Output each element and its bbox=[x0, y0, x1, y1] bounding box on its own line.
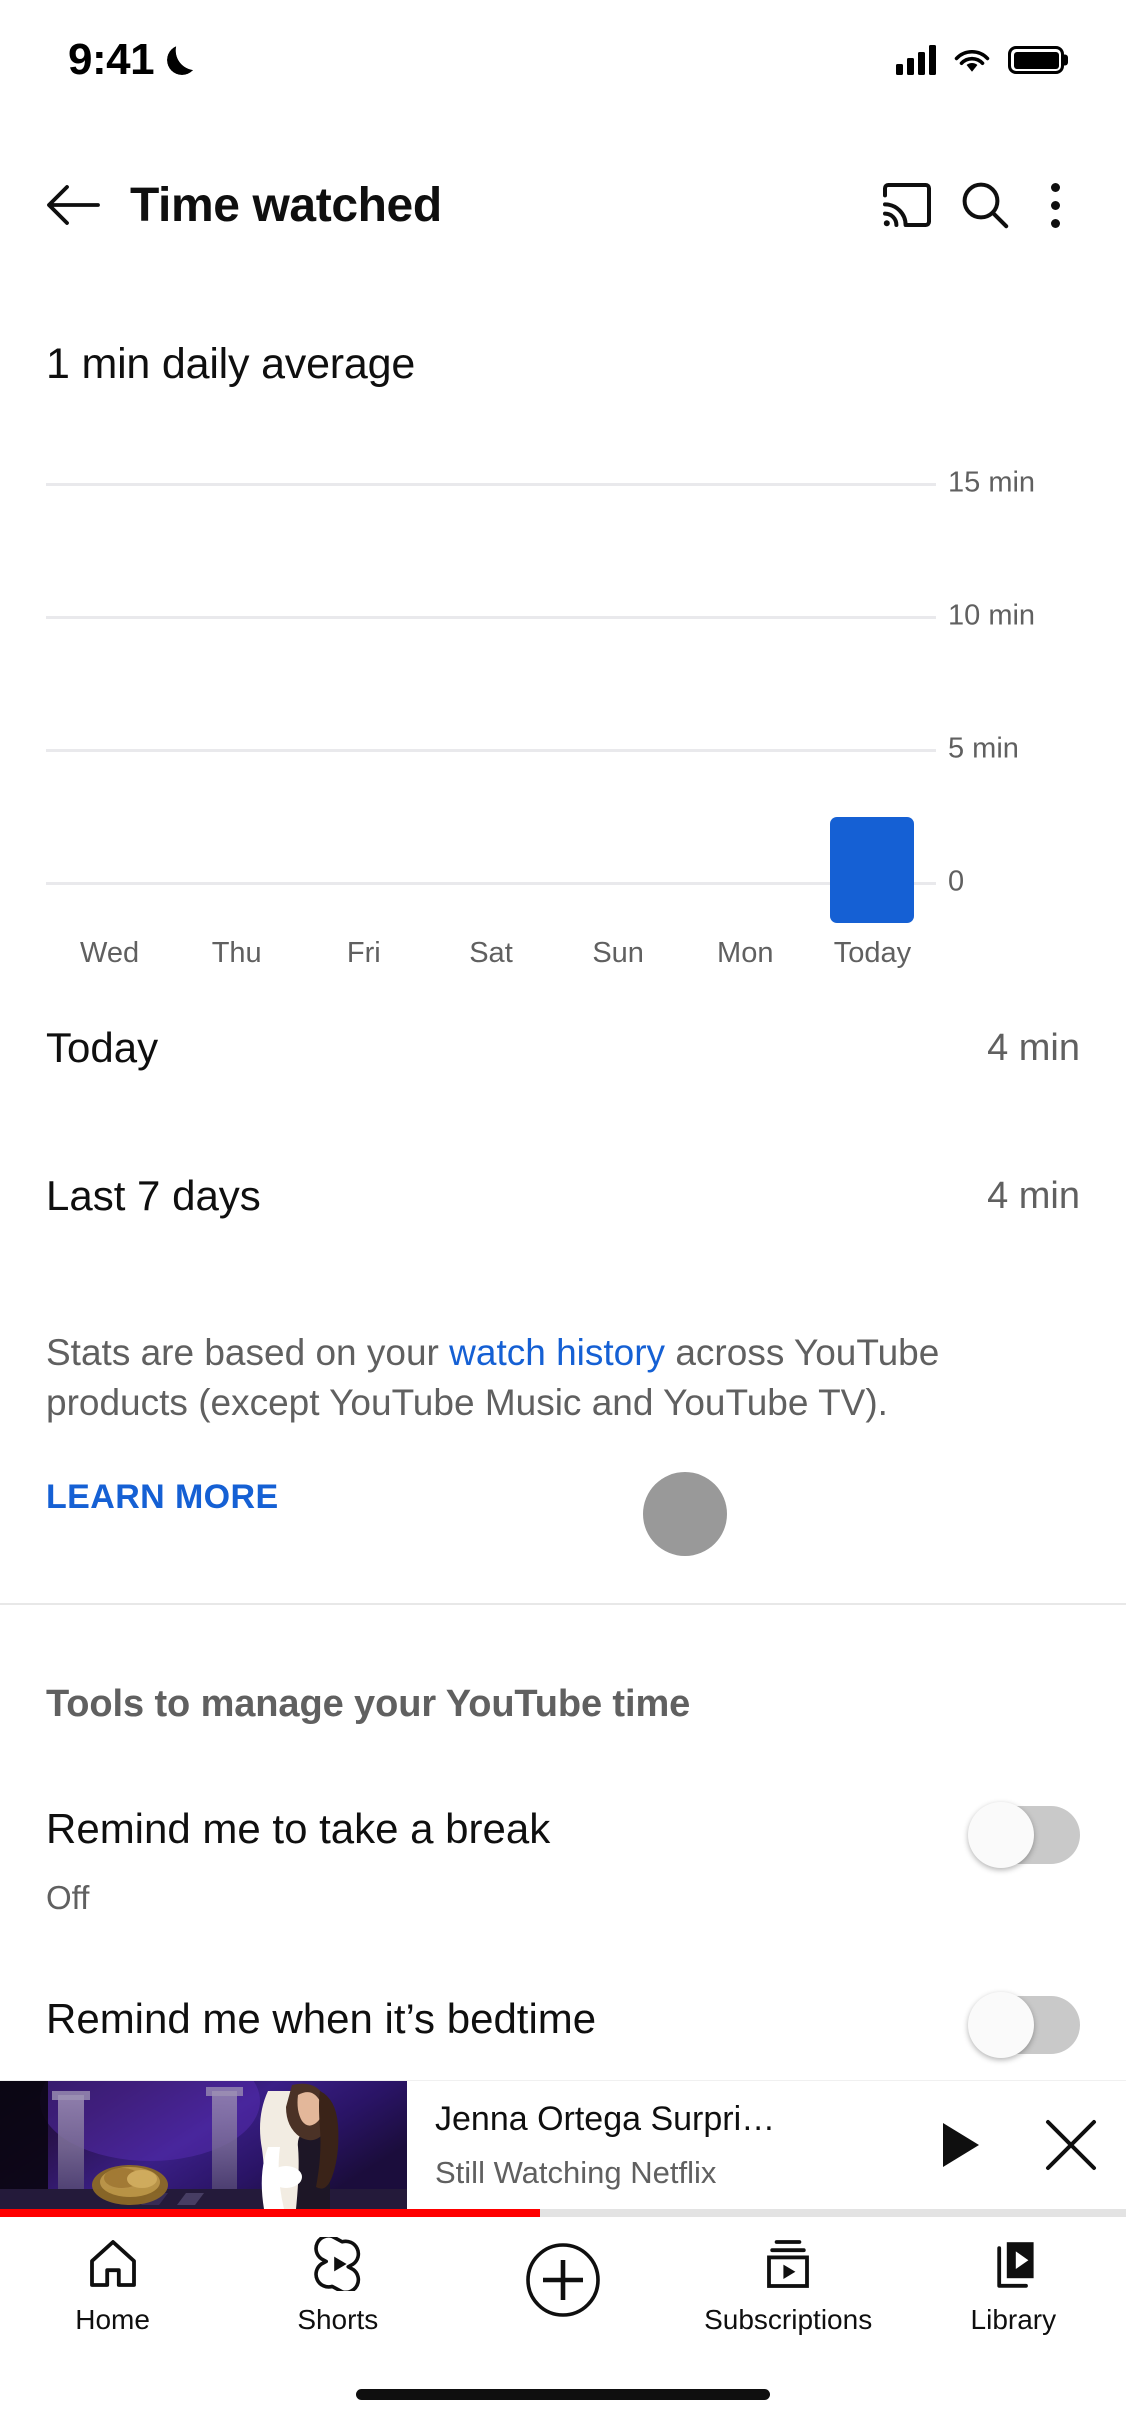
x-label: Today bbox=[833, 937, 912, 969]
chart-x-axis-labels: Wed Thu Fri Sat Sun Mon Today bbox=[46, 937, 936, 970]
stat-label: Today bbox=[46, 1024, 159, 1071]
bar-slot[interactable] bbox=[446, 483, 536, 923]
x-label: Mon bbox=[717, 937, 774, 969]
battery-full-icon bbox=[1008, 46, 1064, 74]
create-plus-icon bbox=[526, 2243, 600, 2317]
nav-label: Home bbox=[75, 2304, 150, 2335]
x-label: Fri bbox=[346, 937, 381, 969]
nav-label: Shorts bbox=[297, 2304, 379, 2335]
setting-text: Remind me to take a break Off bbox=[46, 1800, 550, 1917]
bottom-navigation-bar: Home Shorts Subscriptions Library bbox=[0, 2217, 1126, 2356]
close-icon[interactable] bbox=[1016, 2081, 1126, 2209]
x-label: Thu bbox=[211, 937, 262, 969]
nav-item-home[interactable]: Home bbox=[13, 2237, 213, 2336]
shorts-icon bbox=[314, 2237, 360, 2291]
mini-player[interactable]: Jenna Ortega Surpri… Still Watching Netf… bbox=[0, 2081, 1126, 2209]
section-divider bbox=[0, 1603, 1126, 1605]
toggle-knob bbox=[968, 1992, 1034, 2058]
status-bar-right bbox=[896, 45, 1064, 75]
setting-title: Remind me when it’s bedtime bbox=[46, 1995, 597, 2042]
nav-label: Subscriptions bbox=[704, 2304, 873, 2335]
desc-part-1: Stats are based on your bbox=[46, 1332, 450, 1373]
home-indicator bbox=[356, 2389, 770, 2400]
stat-value: 4 min bbox=[987, 1026, 1080, 1069]
ytick-label: 0 bbox=[948, 865, 965, 898]
bar-today bbox=[830, 816, 915, 923]
watch-history-link[interactable]: watch history bbox=[449, 1332, 665, 1373]
x-label: Wed bbox=[80, 937, 140, 969]
mini-player-progress-bar[interactable] bbox=[0, 2209, 1126, 2217]
stat-row-last-7-days: Last 7 days 4 min bbox=[0, 1148, 1126, 1244]
stats-description: Stats are based on your watch history ac… bbox=[46, 1328, 1058, 1429]
setting-row-take-a-break[interactable]: Remind me to take a break Off bbox=[0, 1800, 1126, 1917]
setting-title: Remind me to take a break bbox=[46, 1805, 551, 1852]
x-label: Sun bbox=[592, 937, 644, 969]
ytick-label: 15 min bbox=[948, 466, 1036, 499]
play-icon[interactable] bbox=[906, 2081, 1016, 2209]
search-icon[interactable] bbox=[946, 166, 1024, 244]
cellular-signal-icon bbox=[896, 45, 936, 75]
setting-text: Remind me when it’s bedtime bbox=[46, 1990, 596, 2044]
mini-player-meta[interactable]: Jenna Ortega Surpri… Still Watching Netf… bbox=[407, 2081, 906, 2209]
ytick-label: 10 min bbox=[948, 599, 1036, 632]
x-label: Sat bbox=[469, 937, 513, 969]
library-icon bbox=[997, 2242, 1034, 2288]
subscriptions-icon bbox=[767, 2240, 810, 2288]
chart-bars bbox=[46, 483, 936, 923]
mini-player-thumbnail[interactable] bbox=[0, 2081, 407, 2209]
bar-slot-today[interactable] bbox=[827, 483, 917, 923]
status-bar-clock: 9:41 bbox=[68, 35, 155, 84]
ytick-label: 5 min bbox=[948, 732, 1019, 765]
nav-item-subscriptions[interactable]: Subscriptions bbox=[688, 2237, 888, 2336]
tools-section-heading: Tools to manage your YouTube time bbox=[46, 1683, 691, 1725]
youtube-time-watched-screen: 9:41 Time watched 1 min daily average 15… bbox=[0, 0, 1126, 2436]
stat-row-today: Today 4 min bbox=[0, 1000, 1126, 1096]
nav-item-create[interactable] bbox=[463, 2241, 663, 2332]
bar-slot[interactable] bbox=[573, 483, 663, 923]
setting-subtitle: Off bbox=[46, 1879, 90, 1917]
stat-value: 4 min bbox=[987, 1174, 1080, 1217]
cast-icon[interactable] bbox=[868, 166, 946, 244]
mini-player-title: Jenna Ortega Surpri… bbox=[435, 2099, 776, 2138]
back-arrow-icon[interactable] bbox=[38, 170, 108, 240]
more-vertical-icon[interactable] bbox=[1024, 166, 1086, 244]
bar-slot[interactable] bbox=[319, 483, 409, 923]
time-watched-bar-chart: 15 min 10 min 5 min 0 Wed Thu Fri Sat Su… bbox=[46, 455, 1080, 969]
home-icon bbox=[89, 2240, 136, 2287]
crescent-moon-icon bbox=[167, 45, 197, 75]
nav-item-library[interactable]: Library bbox=[913, 2237, 1113, 2336]
nav-item-shorts[interactable]: Shorts bbox=[238, 2237, 438, 2336]
toggle-knob bbox=[968, 1802, 1034, 1868]
bar-slot[interactable] bbox=[192, 483, 282, 923]
nav-label: Library bbox=[970, 2304, 1057, 2335]
wifi-icon bbox=[954, 49, 990, 72]
setting-row-bedtime[interactable]: Remind me when it’s bedtime bbox=[0, 1990, 1126, 2058]
touch-indicator bbox=[643, 1472, 727, 1556]
status-bar: 9:41 bbox=[0, 0, 1126, 120]
status-bar-left: 9:41 bbox=[68, 35, 197, 85]
stat-label: Last 7 days bbox=[46, 1172, 261, 1219]
bedtime-toggle[interactable] bbox=[968, 1992, 1080, 2058]
bar-slot[interactable] bbox=[700, 483, 790, 923]
page-title: Time watched bbox=[130, 178, 442, 232]
learn-more-button[interactable]: LEARN MORE bbox=[46, 1478, 279, 1517]
bar-slot[interactable] bbox=[65, 483, 155, 923]
app-bar: Time watched bbox=[0, 150, 1126, 260]
daily-average-title: 1 min daily average bbox=[46, 340, 416, 388]
mini-player-channel: Still Watching Netflix bbox=[435, 2154, 717, 2190]
take-a-break-toggle[interactable] bbox=[968, 1802, 1080, 1868]
thumbnail-image bbox=[0, 2081, 407, 2209]
